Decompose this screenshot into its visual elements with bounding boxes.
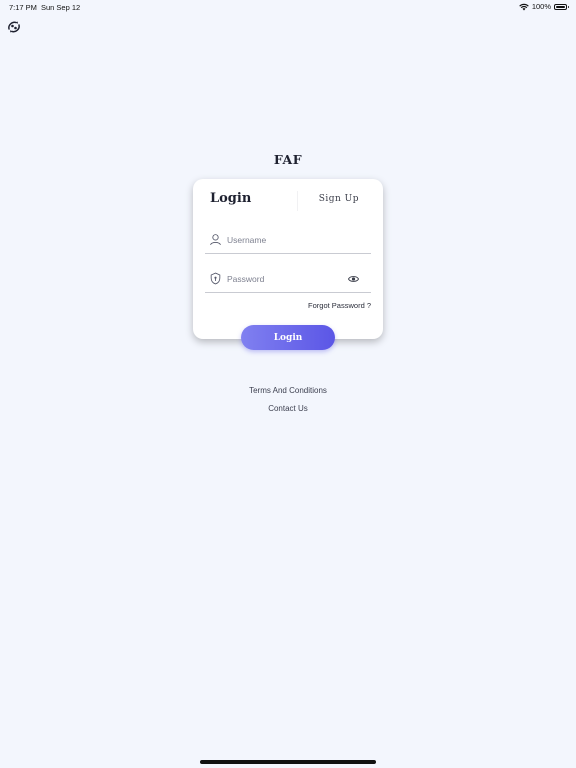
password-input[interactable] bbox=[227, 270, 355, 288]
shield-icon bbox=[210, 272, 221, 285]
status-bar: 7:17 PM Sun Sep 12 100% bbox=[0, 0, 576, 16]
eye-icon[interactable] bbox=[348, 275, 359, 283]
wifi-icon bbox=[519, 3, 529, 10]
login-card: Login Sign Up Forgot Password ? bbox=[193, 179, 383, 339]
tab-login[interactable]: Login bbox=[210, 191, 251, 206]
login-button[interactable]: Login bbox=[241, 325, 335, 350]
status-indicators: 100% bbox=[519, 2, 569, 11]
status-time: 7:17 PM bbox=[9, 3, 37, 12]
terms-link[interactable]: Terms And Conditions bbox=[0, 386, 576, 395]
status-date: Sun Sep 12 bbox=[41, 3, 81, 12]
user-icon bbox=[210, 234, 221, 246]
app-title: FAF bbox=[273, 152, 303, 167]
tab-divider bbox=[297, 191, 298, 211]
contact-link[interactable]: Contact Us bbox=[0, 404, 576, 413]
username-field bbox=[205, 231, 371, 254]
home-indicator bbox=[200, 760, 376, 764]
forgot-password-link[interactable]: Forgot Password ? bbox=[308, 301, 371, 310]
password-field bbox=[205, 270, 371, 293]
username-input[interactable] bbox=[227, 231, 355, 249]
battery-percentage: 100% bbox=[531, 2, 551, 11]
tab-signup[interactable]: Sign Up bbox=[319, 194, 359, 204]
swirl-logo-icon bbox=[8, 21, 20, 33]
battery-icon bbox=[554, 3, 569, 10]
